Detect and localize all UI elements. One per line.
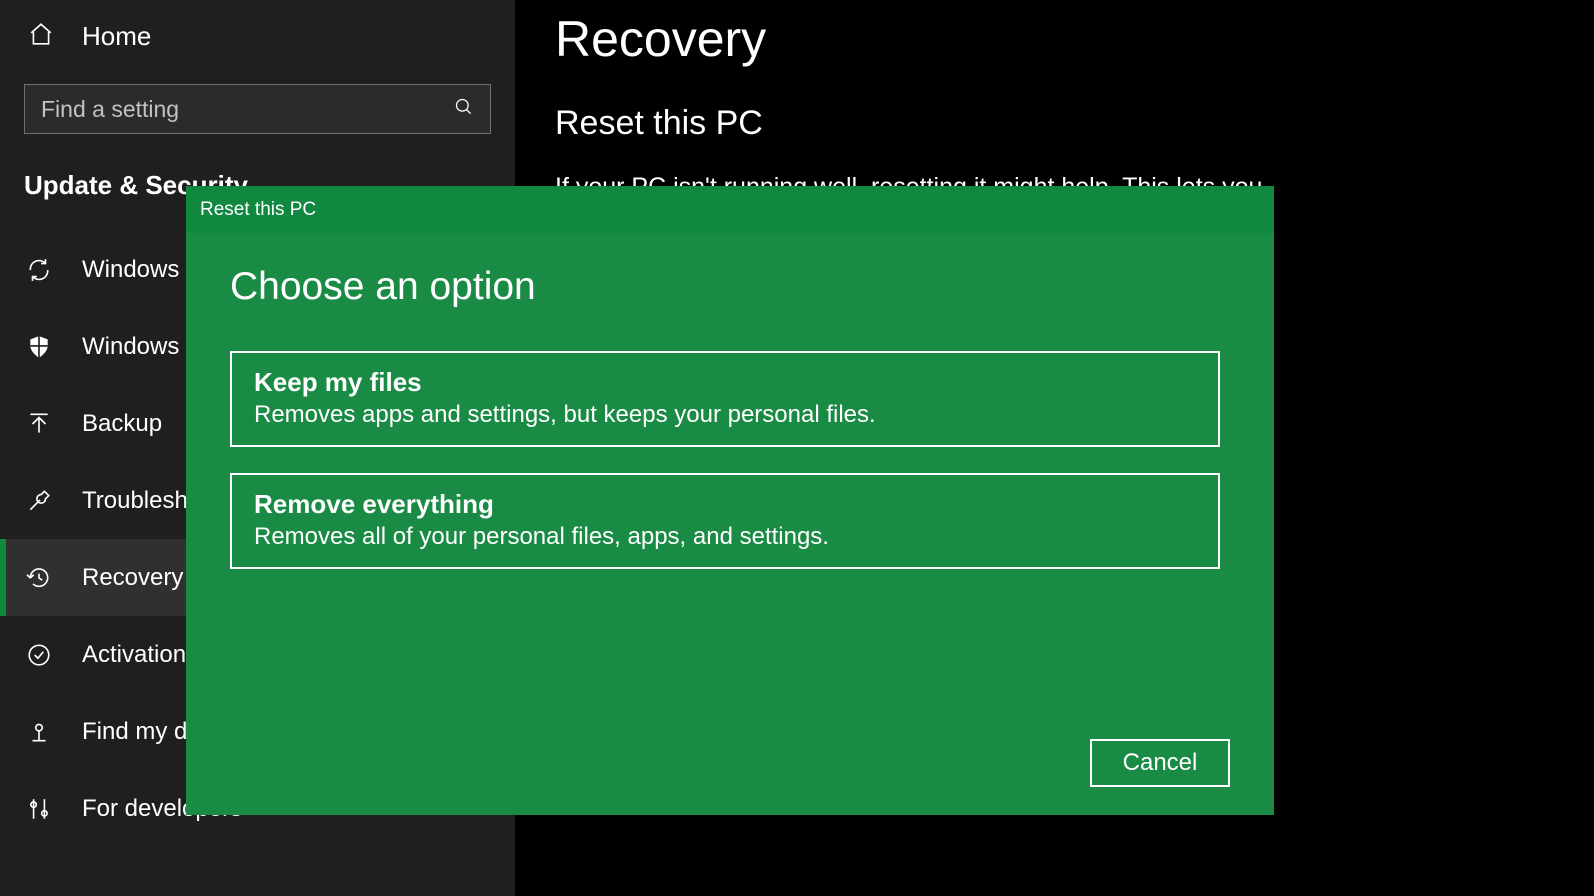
sidebar-item-home[interactable]: Home [0, 0, 515, 72]
dialog-heading: Choose an option [230, 265, 1230, 309]
sidebar-item-label: Backup [82, 410, 162, 438]
sidebar-item-label: Recovery [82, 564, 183, 592]
search-container [24, 84, 491, 134]
dialog-option-list: Keep my files Removes apps and settings,… [230, 351, 1230, 569]
app-root: Home Update & Security Windows Update [0, 0, 1594, 896]
option-remove-everything[interactable]: Remove everything Removes all of your pe… [230, 473, 1220, 569]
sidebar-item-label: Activation [82, 641, 186, 669]
cancel-label: Cancel [1123, 749, 1198, 776]
dialog-body: Choose an option Keep my files Removes a… [186, 233, 1274, 815]
wrench-icon [24, 488, 54, 514]
option-keep-my-files[interactable]: Keep my files Removes apps and settings,… [230, 351, 1220, 447]
cancel-button[interactable]: Cancel [1090, 739, 1230, 787]
dialog-window-title: Reset this PC [200, 199, 316, 221]
section-title: Reset this PC [555, 104, 1554, 143]
search-input[interactable] [41, 96, 454, 123]
dialog-titlebar[interactable]: Reset this PC [186, 186, 1274, 233]
shield-icon [24, 334, 54, 360]
history-icon [24, 565, 54, 591]
home-label: Home [82, 21, 151, 52]
search-icon [454, 97, 474, 122]
backup-icon [24, 411, 54, 437]
option-desc: Removes all of your personal files, apps… [254, 523, 1196, 551]
location-icon [24, 719, 54, 745]
option-title: Keep my files [254, 367, 1196, 398]
option-desc: Removes apps and settings, but keeps you… [254, 401, 1196, 429]
check-circle-icon [24, 642, 54, 668]
home-icon [28, 21, 54, 52]
sync-icon [24, 257, 54, 283]
option-title: Remove everything [254, 489, 1196, 520]
page-title: Recovery [555, 0, 1554, 68]
reset-pc-dialog: Reset this PC Choose an option Keep my f… [186, 186, 1274, 815]
dialog-footer: Cancel [230, 739, 1230, 787]
sliders-icon [24, 796, 54, 822]
search-box[interactable] [24, 84, 491, 134]
